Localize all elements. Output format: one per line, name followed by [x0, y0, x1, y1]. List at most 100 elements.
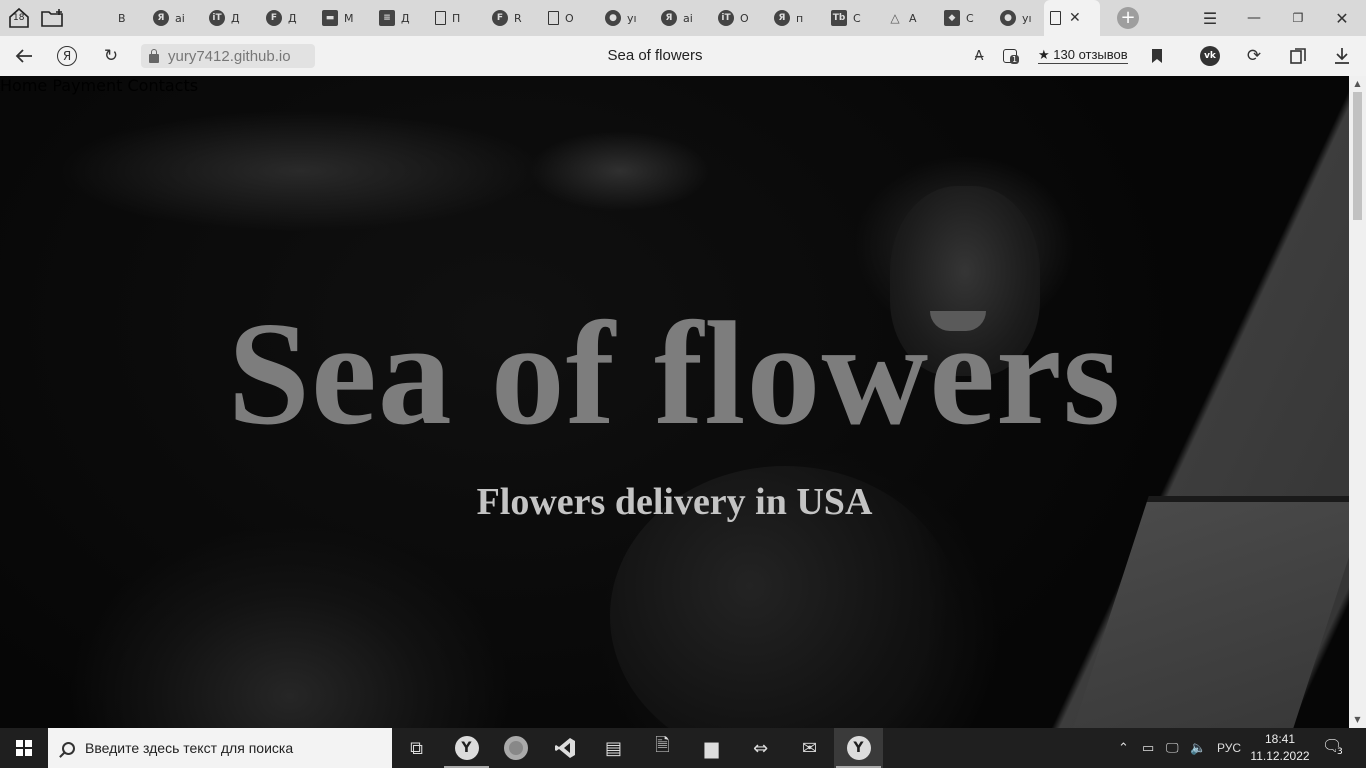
tab-item[interactable]: △ А — [881, 0, 936, 36]
tab-strip: 18 В Яai iT Д F Д ▬ М ≡ Д П F R О ● yı Яai iT О Яп Tb С △ А ◆ С ● y… — [0, 0, 1366, 36]
tab-item[interactable]: ▬ М — [316, 0, 371, 36]
scroll-up-icon[interactable]: ▲ — [1349, 77, 1366, 91]
chevron-up-icon: ⌃ — [1118, 740, 1129, 755]
notification-count: 3 — [1336, 747, 1344, 757]
taskbar-teamviewer[interactable]: ⇔ — [736, 728, 785, 768]
reload-button[interactable]: ↻ — [98, 44, 124, 68]
task-view-button[interactable]: ⧉ — [392, 728, 441, 768]
vscode-icon — [554, 738, 575, 758]
tab-item[interactable]: ≡ Д — [373, 0, 428, 36]
tab-active[interactable]: ✕ — [1044, 0, 1100, 36]
tab-label: Д — [401, 11, 410, 25]
taskbar-notes[interactable]: 🗎 — [638, 728, 687, 768]
collections-button[interactable] — [1285, 44, 1311, 68]
tab-item[interactable]: В — [90, 0, 145, 36]
windows-icon — [16, 740, 32, 756]
tab-item[interactable]: ● yı — [994, 0, 1049, 36]
yandex-icon: Я — [661, 10, 677, 26]
taskbar-search[interactable]: Введите здесь текст для поиска — [48, 728, 392, 768]
minimize-icon[interactable]: — — [1232, 0, 1276, 36]
clock-date: 11.12.2022 — [1250, 749, 1310, 763]
tab-item[interactable]: iT О — [712, 0, 767, 36]
scroll-down-icon[interactable]: ▼ — [1349, 713, 1366, 727]
battery-icon: ▭ — [1142, 740, 1155, 755]
notes-icon: 🗎 — [655, 735, 670, 756]
tab-counter-button[interactable]: 18 — [6, 5, 32, 31]
tab-label: ai — [683, 11, 693, 25]
tab-item[interactable]: Яai — [147, 0, 202, 36]
close-tab-icon[interactable]: ✕ — [1069, 10, 1081, 26]
tray-clock[interactable]: 18:41 11.12.2022 — [1250, 731, 1310, 765]
browser-menu-icon[interactable]: ☰ — [1188, 0, 1232, 36]
clock-time: 18:41 — [1264, 732, 1296, 746]
tab-label: О — [565, 11, 574, 25]
github-icon: ● — [605, 10, 621, 26]
taskbar-archiver[interactable]: ▤ — [589, 728, 638, 768]
tab-label: Д — [231, 11, 240, 25]
restore-icon[interactable]: ❐ — [1276, 0, 1320, 36]
it-icon: iT — [209, 10, 225, 26]
translate-icon: A̶ — [974, 48, 984, 64]
taskbar-mail[interactable]: ✉ — [785, 728, 834, 768]
scrollbar-thumb[interactable] — [1353, 92, 1362, 220]
site-nav: Home Payment Contacts — [0, 76, 1349, 95]
tab-item[interactable]: ● yı — [599, 0, 654, 36]
tab-label: ai — [175, 11, 185, 25]
nav-contacts-link[interactable]: Contacts — [127, 76, 198, 95]
list-icon: ≡ — [379, 10, 395, 26]
tray-language[interactable]: РУС — [1217, 728, 1241, 768]
figma-icon: F — [492, 10, 508, 26]
address-bar[interactable]: yury7412.github.io — [141, 44, 315, 68]
nav-home-link[interactable]: Home — [0, 76, 47, 95]
taskbar-yandex-browser-2[interactable]: Y — [834, 728, 883, 768]
tab-item[interactable]: О — [542, 0, 597, 36]
yandex-button[interactable]: Я — [54, 44, 80, 68]
download-icon — [1335, 48, 1349, 64]
tab-item[interactable]: Яai — [655, 0, 710, 36]
extension-button[interactable]: 1 — [997, 44, 1023, 68]
tab-item[interactable]: Tb С — [825, 0, 880, 36]
vk-icon: vk — [1200, 46, 1220, 66]
tb-icon: Tb — [831, 10, 847, 26]
taskbar-explorer[interactable]: ▆ — [687, 728, 736, 768]
tab-item[interactable]: ◆ С — [938, 0, 993, 36]
sync-button[interactable]: ⟳ — [1241, 44, 1267, 68]
tab-label: yı — [1022, 11, 1032, 25]
tab-item[interactable]: П — [429, 0, 484, 36]
translate-button[interactable]: A̶ — [966, 44, 992, 68]
reviews-link[interactable]: ★ 130 отзывов — [1038, 47, 1128, 64]
tray-network[interactable]: 🖵 — [1166, 728, 1179, 768]
close-window-icon[interactable]: ✕ — [1320, 0, 1364, 36]
tray-expand[interactable]: ⌃ — [1118, 728, 1129, 768]
taskbar-vscode[interactable] — [540, 728, 589, 768]
page-title: Sea of flowers — [607, 47, 703, 64]
tab-item[interactable]: Яп — [768, 0, 823, 36]
search-icon — [96, 10, 112, 26]
hero-subtitle: Flowers delivery in USA — [476, 481, 873, 523]
collections-icon — [1290, 48, 1306, 64]
taskbar-chrome[interactable] — [491, 728, 540, 768]
tab-groups-button[interactable] — [39, 5, 65, 31]
chrome-icon — [503, 736, 528, 760]
lock-icon — [149, 48, 159, 63]
new-tab-button[interactable]: + — [1117, 7, 1139, 29]
bookmark-button[interactable] — [1144, 44, 1170, 68]
nav-payment-link[interactable]: Payment — [52, 76, 122, 95]
search-placeholder: Введите здесь текст для поиска — [85, 740, 294, 756]
start-button[interactable] — [0, 728, 48, 768]
tray-volume[interactable]: 🔈 — [1190, 728, 1206, 768]
downloads-button[interactable] — [1329, 44, 1355, 68]
page-scrollbar[interactable]: ▲ ▼ — [1349, 76, 1366, 728]
tab-item[interactable]: FД — [260, 0, 315, 36]
bookmark-icon — [1152, 49, 1162, 63]
figma-icon: F — [266, 10, 282, 26]
task-view-icon: ⧉ — [410, 737, 423, 759]
tray-battery[interactable]: ▭ — [1142, 728, 1154, 768]
tab-item[interactable]: FR — [486, 0, 541, 36]
tab-item[interactable]: iT Д — [203, 0, 258, 36]
taskbar-yandex-browser[interactable]: Y — [442, 728, 491, 768]
volume-icon: 🔈 — [1190, 740, 1207, 755]
back-button[interactable] — [11, 44, 37, 68]
vk-button[interactable]: vk — [1197, 44, 1223, 68]
yandex-browser-icon: Y — [454, 736, 479, 760]
